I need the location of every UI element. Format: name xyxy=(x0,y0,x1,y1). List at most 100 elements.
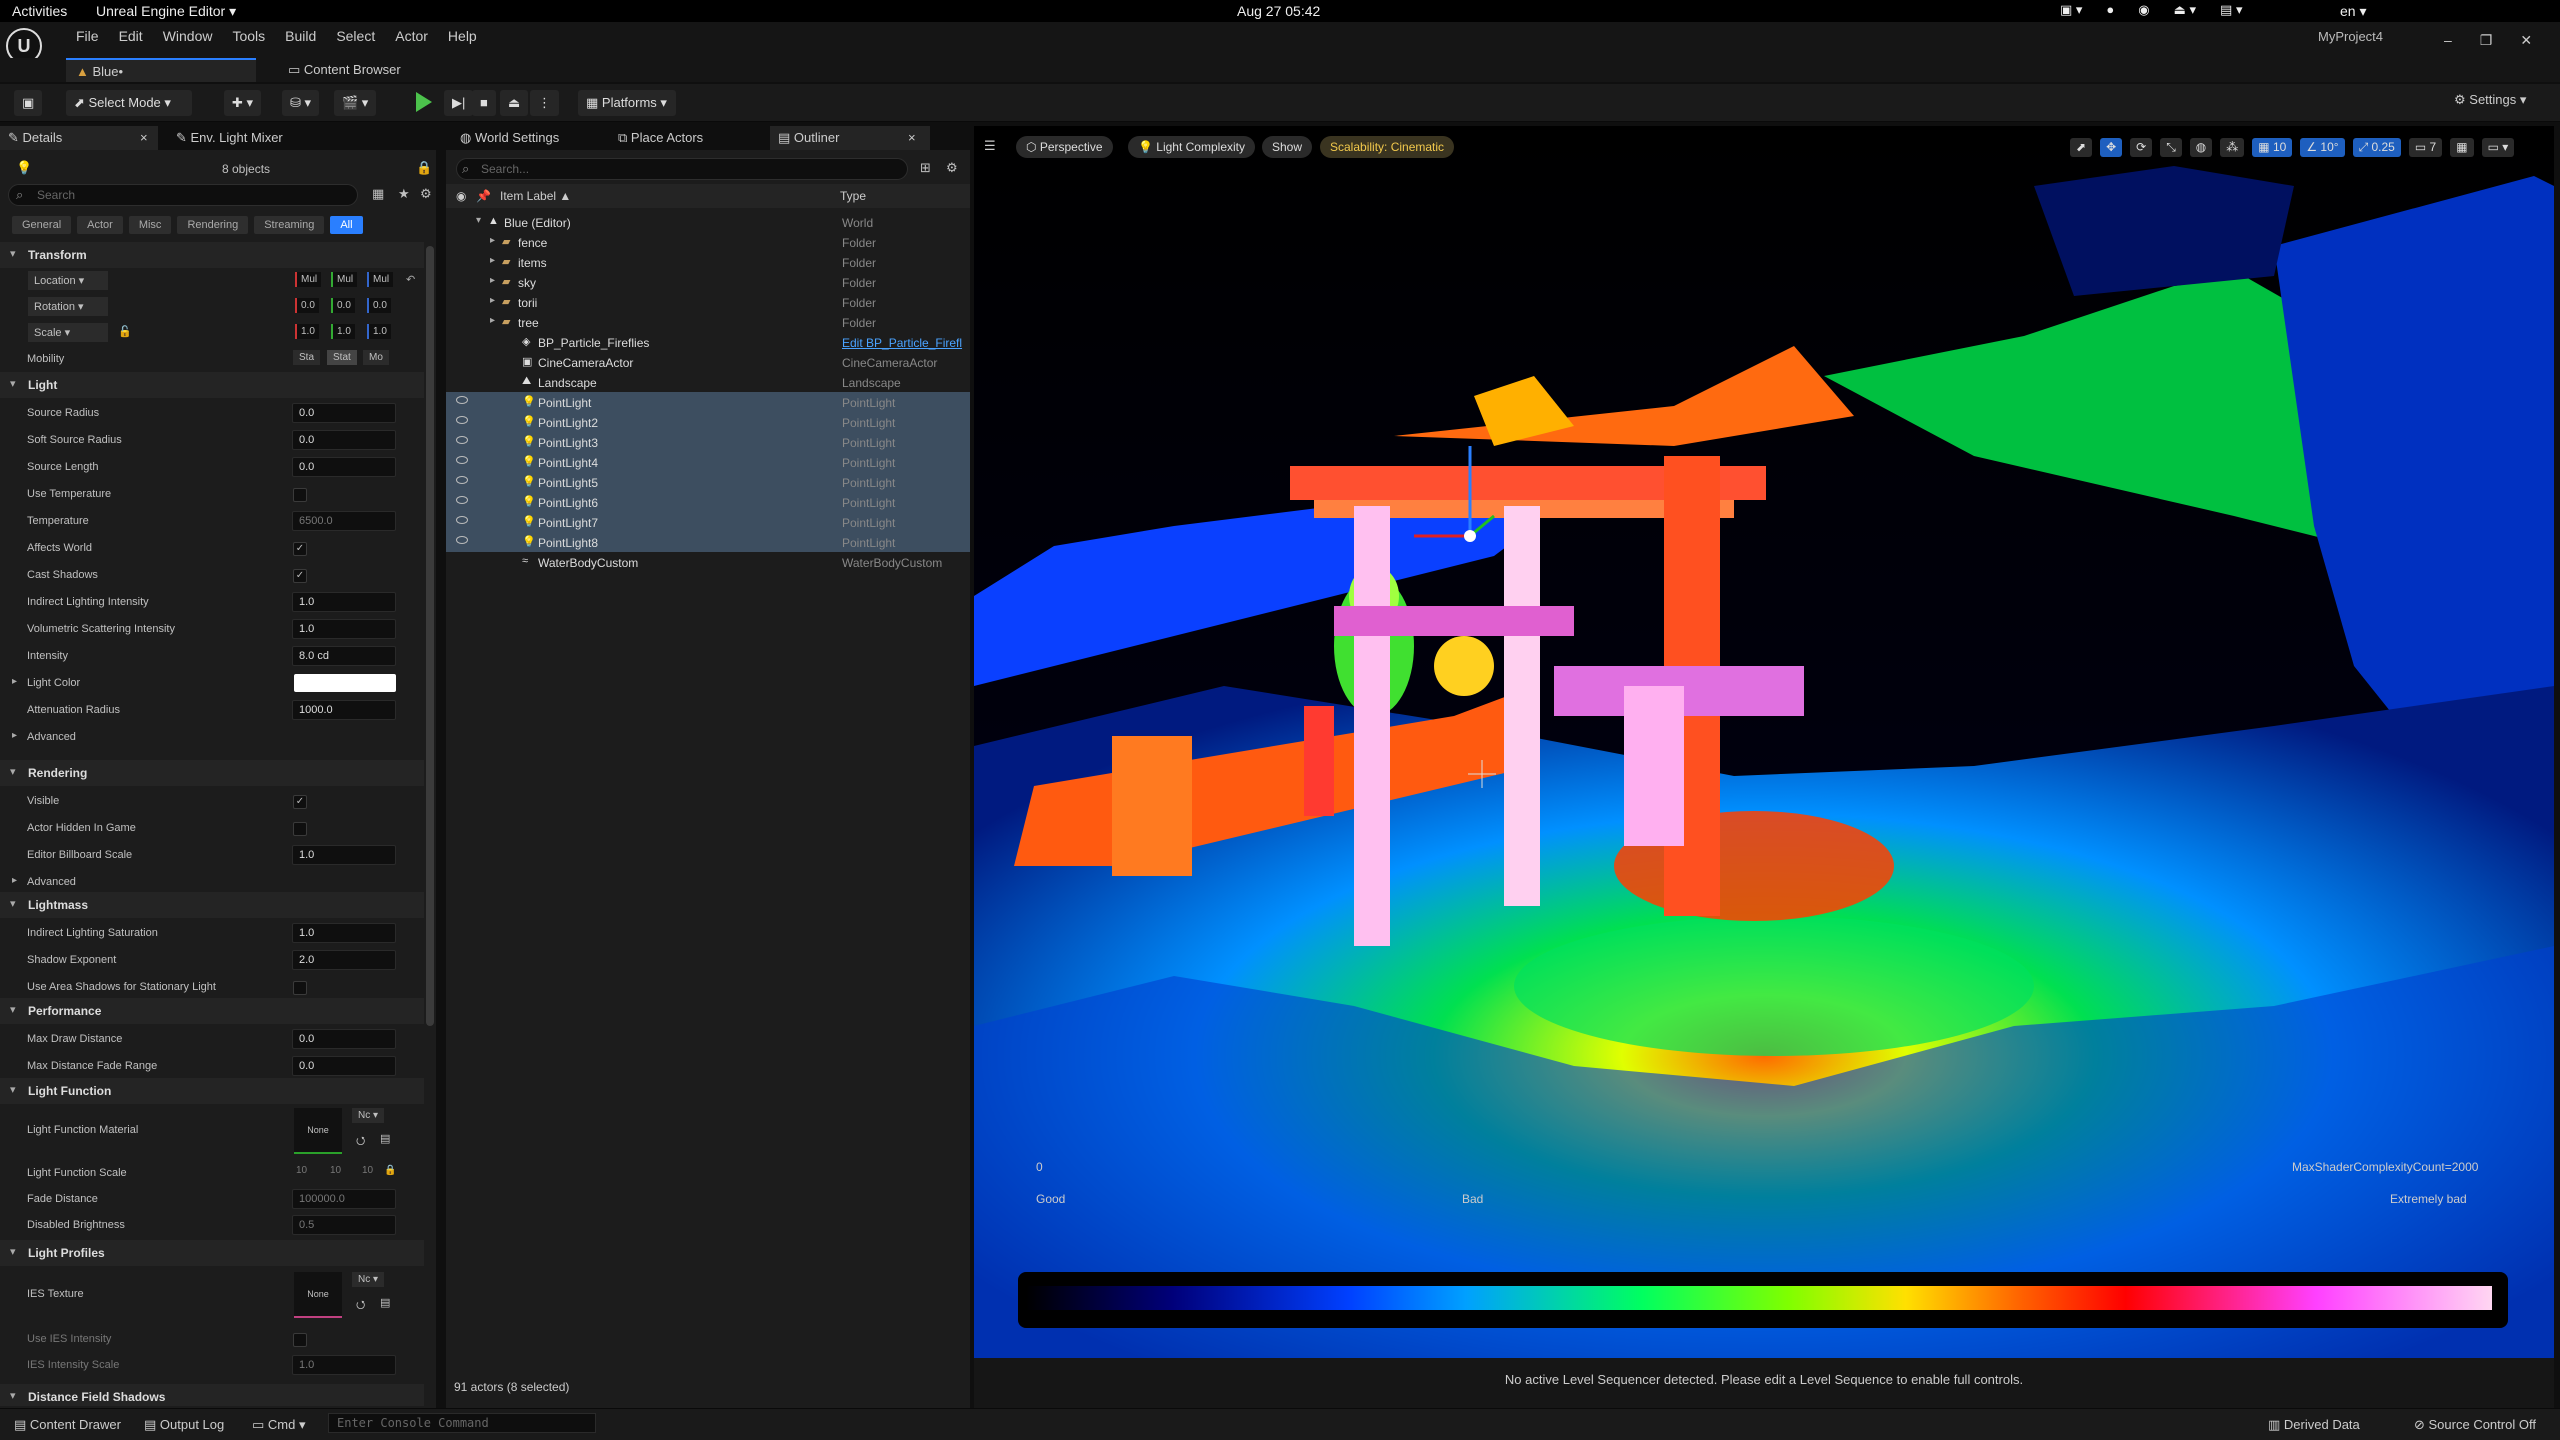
reset-icon[interactable]: ↶ xyxy=(406,273,415,286)
lf-scale-x[interactable]: 10 xyxy=(296,1165,307,1176)
screen-icon[interactable]: ▣ ▾ xyxy=(2060,2,2082,18)
close-tab-icon[interactable]: × xyxy=(908,130,916,145)
tab-details[interactable]: ✎ Details × xyxy=(0,126,158,150)
network-icon[interactable]: ◉ xyxy=(2138,2,2149,18)
section-rendering[interactable]: Rendering xyxy=(0,760,424,786)
tab-outliner[interactable]: ▤ Outliner × xyxy=(770,126,930,150)
layout-icon[interactable]: ▦ xyxy=(2450,138,2474,157)
rotation-snap-button[interactable]: ∠ 10° xyxy=(2300,138,2345,157)
output-log-button[interactable]: ▤ Output Log xyxy=(144,1417,224,1433)
outliner-row[interactable]: 💡 PointLight4 PointLight xyxy=(446,452,970,472)
menu-tools[interactable]: Tools xyxy=(222,28,275,44)
outliner-row[interactable]: ◈ BP_Particle_Fireflies Edit BP_Particle_F… xyxy=(446,332,970,352)
outliner-row[interactable]: 💡 PointLight5 PointLight xyxy=(446,472,970,492)
property-value[interactable]: 8.0 cd xyxy=(292,646,396,666)
property-value[interactable]: 1.0 xyxy=(292,592,396,612)
clock[interactable]: Aug 27 05:42 xyxy=(1237,3,1320,19)
grid-snap-button[interactable]: ▦ 10 xyxy=(2252,138,2293,157)
table-view-icon[interactable]: ▦ xyxy=(372,186,384,202)
outliner-row[interactable]: ⛰ Landscape Landscape xyxy=(446,372,970,392)
outliner-row[interactable]: 💡 PointLight8 PointLight xyxy=(446,532,970,552)
expand-arrow-icon[interactable]: ▸ xyxy=(490,295,495,306)
outliner-row[interactable]: ▰ ▸ items Folder xyxy=(446,252,970,272)
section-light[interactable]: Light xyxy=(0,372,424,398)
viewport-layout-dropdown[interactable]: ▭ ▾ xyxy=(2481,138,2515,157)
property-checkbox[interactable]: ✓ xyxy=(293,542,307,556)
scale-z[interactable]: 1.0 xyxy=(367,324,391,339)
tab-world-settings[interactable]: ◍ World Settings xyxy=(452,126,602,150)
material-picker[interactable]: Nc ▾ xyxy=(352,1108,385,1123)
source-control-button[interactable]: ⊘ Source Control Off xyxy=(2414,1417,2536,1433)
expand-arrow-icon[interactable]: ▸ xyxy=(490,315,495,326)
scale-snap-button[interactable]: ⤢ 0.25 xyxy=(2352,138,2401,157)
eye-icon[interactable] xyxy=(456,536,468,544)
perspective-dropdown[interactable]: ⬡ Perspective xyxy=(1016,136,1113,158)
expand-arrow-icon[interactable]: ▸ xyxy=(12,875,17,886)
lf-scale-y[interactable]: 10 xyxy=(330,1165,341,1176)
tab-place-actors[interactable]: ⧉ Place Actors xyxy=(610,126,760,150)
lf-lock-icon[interactable]: 🔒 xyxy=(384,1165,396,1176)
filter-general[interactable]: General xyxy=(12,216,72,234)
rotation-x[interactable]: 0.0 xyxy=(295,298,319,313)
section-lightmass[interactable]: Lightmass xyxy=(0,892,424,918)
location-x[interactable]: Mul xyxy=(295,272,322,287)
favorite-star-icon[interactable]: ★ xyxy=(398,186,410,202)
upload-icon[interactable]: ⏏ ▾ xyxy=(2174,2,2196,18)
mobility-movable[interactable]: Mo xyxy=(363,350,389,365)
filter-streaming[interactable]: Streaming xyxy=(254,216,325,234)
settings-button[interactable]: ⚙ Settings ▾ xyxy=(2454,92,2526,108)
scale-y[interactable]: 1.0 xyxy=(331,324,355,339)
language-selector[interactable]: en ▾ xyxy=(2340,3,2367,20)
close-tab-icon[interactable]: × xyxy=(140,130,148,145)
expand-arrow-icon[interactable]: ▸ xyxy=(490,275,495,286)
hamburger-icon[interactable]: ☰ xyxy=(984,138,996,154)
select-tool-icon[interactable]: ⬈ xyxy=(2070,138,2093,157)
menu-actor[interactable]: Actor xyxy=(385,28,438,44)
property-value[interactable]: 1.0 xyxy=(292,845,396,865)
use-ies-checkbox[interactable] xyxy=(293,1333,307,1347)
minimize-icon[interactable]: – xyxy=(2444,32,2452,49)
mobility-stationary[interactable]: Stat xyxy=(327,350,357,365)
property-value[interactable]: 2.0 xyxy=(292,950,396,970)
property-checkbox[interactable] xyxy=(293,488,307,502)
outliner-row[interactable]: 💡 PointLight7 PointLight xyxy=(446,512,970,532)
outliner-settings-icon[interactable]: ⚙ xyxy=(946,160,958,176)
settings-gear-icon[interactable]: ⚙ xyxy=(420,186,432,202)
save-icon[interactable]: ▣ xyxy=(14,90,43,116)
activities-button[interactable]: Activities xyxy=(12,3,67,19)
outliner-row[interactable]: 💡 PointLight2 PointLight xyxy=(446,412,970,432)
outliner-row[interactable]: ▰ ▸ torii Folder xyxy=(446,292,970,312)
console-input[interactable]: Enter Console Command xyxy=(328,1413,596,1433)
outliner-row[interactable]: ▰ ▸ tree Folder xyxy=(446,312,970,332)
section-light-profiles[interactable]: Light Profiles xyxy=(0,1240,424,1266)
outliner-item-type[interactable]: Edit BP_Particle_Firefl xyxy=(842,336,962,350)
tab-level-blue[interactable]: ▲ Blue• xyxy=(66,58,256,82)
derived-data-button[interactable]: ▥ Derived Data xyxy=(2268,1417,2360,1433)
rotate-tool-icon[interactable]: ⟳ xyxy=(2130,138,2153,157)
outliner-row[interactable]: ▰ ▸ fence Folder xyxy=(446,232,970,252)
clipboard-icon[interactable]: ▤ ▾ xyxy=(2220,2,2242,18)
step-icon[interactable]: ▶| xyxy=(444,90,474,116)
cmd-dropdown[interactable]: ▭ Cmd ▾ xyxy=(252,1417,306,1433)
outliner-row[interactable]: 💡 PointLight6 PointLight xyxy=(446,492,970,512)
property-checkbox[interactable]: ✓ xyxy=(293,795,307,809)
ies-picker[interactable]: Nc ▾ xyxy=(352,1272,385,1287)
ies-scale-value[interactable]: 1.0 xyxy=(292,1355,396,1375)
property-value[interactable]: 1.0 xyxy=(292,923,396,943)
eye-icon[interactable] xyxy=(456,456,468,464)
property-value[interactable]: 0.0 xyxy=(292,403,396,423)
details-search-input[interactable]: Search xyxy=(8,184,358,206)
outliner-row[interactable]: ▲ ▾ Blue (Editor) World xyxy=(446,212,970,232)
disabled-brightness-value[interactable]: 0.5 xyxy=(292,1215,396,1235)
lock-icon[interactable]: 🔒 xyxy=(416,160,432,176)
filter-all[interactable]: All xyxy=(330,216,363,234)
rotation-z[interactable]: 0.0 xyxy=(367,298,391,313)
use-selected-icon[interactable]: ⭯ xyxy=(356,1132,365,1151)
tab-content-browser[interactable]: ▭ Content Browser xyxy=(278,58,411,82)
collapse-arrow-icon[interactable]: ▾ xyxy=(476,215,481,226)
menu-edit[interactable]: Edit xyxy=(109,28,153,44)
property-value[interactable]: 0.0 xyxy=(292,457,396,477)
light-color-swatch[interactable] xyxy=(294,674,396,692)
view-mode-dropdown[interactable]: 💡 Light Complexity xyxy=(1128,136,1255,158)
visibility-icon[interactable]: ◉ xyxy=(456,189,466,203)
